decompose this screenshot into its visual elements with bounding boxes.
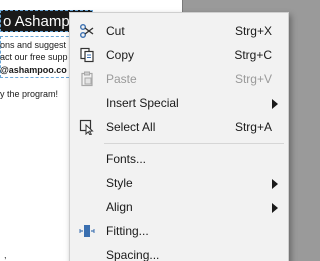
- scissors-icon: [78, 23, 96, 39]
- submenu-arrow-icon: [272, 99, 278, 109]
- menu-separator: [104, 143, 284, 144]
- select-all-icon: [78, 119, 96, 135]
- menu-item-select-all[interactable]: Select All Strg+A: [70, 115, 288, 139]
- document-text-line: act our free supp: [0, 52, 68, 62]
- menu-item-label: Insert Special: [106, 96, 179, 110]
- document-text-email: @ashampoo.co: [0, 65, 67, 75]
- context-menu: Cut Strg+X Copy Strg+C Paste Strg+V Inse…: [69, 12, 289, 261]
- menu-item-paste[interactable]: Paste Strg+V: [70, 67, 288, 91]
- menu-item-label: Copy: [106, 48, 135, 62]
- menu-item-style[interactable]: Style: [70, 171, 288, 195]
- menu-item-spacing[interactable]: Spacing...: [70, 243, 288, 261]
- document-text-line: y the program!: [0, 89, 59, 99]
- menu-item-label: Style: [106, 176, 133, 190]
- menu-item-label: Align: [106, 200, 133, 214]
- menu-item-copy[interactable]: Copy Strg+C: [70, 43, 288, 67]
- menu-item-insert-special[interactable]: Insert Special: [70, 91, 288, 115]
- menu-item-label: Fitting...: [106, 224, 149, 238]
- menu-item-shortcut: Strg+A: [234, 120, 272, 134]
- menu-item-fitting[interactable]: Fitting...: [70, 219, 288, 243]
- menu-item-shortcut: Strg+C: [234, 48, 272, 62]
- menu-item-label: Select All: [106, 120, 156, 134]
- menu-item-label: Spacing...: [106, 248, 160, 261]
- menu-item-align[interactable]: Align: [70, 195, 288, 219]
- submenu-arrow-icon: [272, 203, 278, 213]
- menu-item-label: Paste: [106, 72, 137, 86]
- menu-item-cut[interactable]: Cut Strg+X: [70, 19, 288, 43]
- menu-item-shortcut: Strg+V: [234, 72, 272, 86]
- menu-item-label: Fonts...: [106, 152, 147, 166]
- document-text-fragment: ,: [4, 250, 7, 260]
- submenu-arrow-icon: [272, 179, 278, 189]
- fitting-icon: [78, 223, 96, 239]
- menu-item-fonts[interactable]: Fonts...: [70, 147, 288, 171]
- menu-item-shortcut: Strg+X: [234, 24, 272, 38]
- paste-icon: [78, 71, 96, 87]
- menu-item-label: Cut: [106, 24, 125, 38]
- copy-icon: [78, 47, 96, 63]
- document-text-line: ons and suggest: [0, 40, 67, 50]
